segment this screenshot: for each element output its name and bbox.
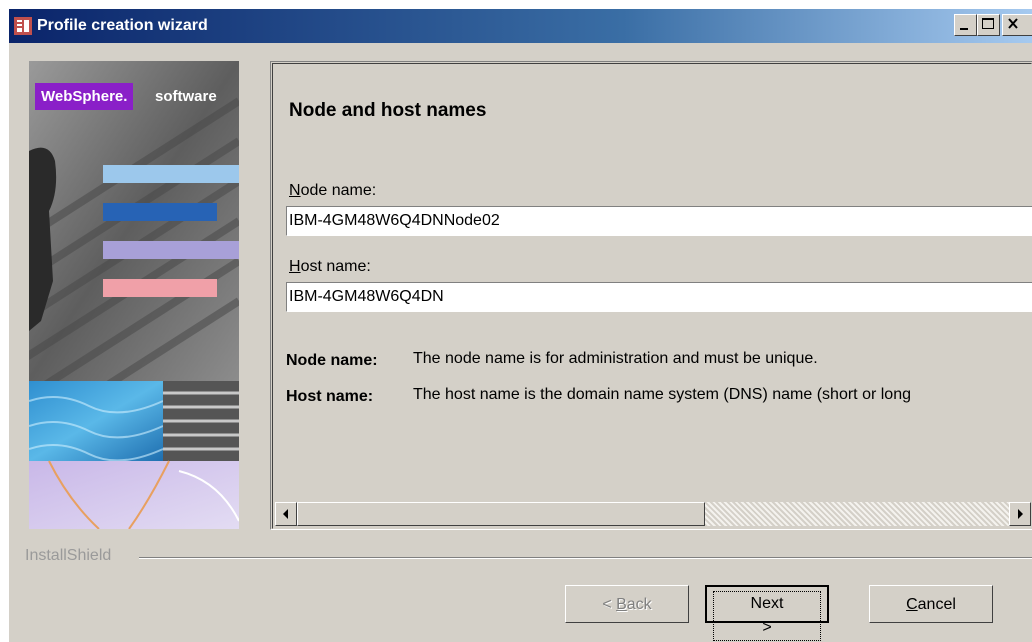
next-button[interactable]: Next >: [705, 585, 829, 641]
cancel-button[interactable]: Cancel: [869, 585, 993, 623]
title-bar[interactable]: Profile creation wizard: [9, 9, 1032, 43]
maximize-icon: [982, 18, 994, 29]
software-label: software: [155, 88, 217, 105]
wizard-window: Profile creation wizard WebSphere. softw…: [8, 8, 1032, 642]
node-name-label: Node name:: [289, 182, 377, 199]
back-button[interactable]: < Back: [565, 585, 689, 623]
minimize-button[interactable]: [954, 14, 977, 36]
host-name-label: Host name:: [289, 258, 371, 275]
maximize-button[interactable]: [977, 14, 1000, 36]
banner-artwork: [29, 61, 239, 529]
host-name-term: Host name:: [286, 388, 374, 405]
app-icon: [14, 17, 32, 35]
content-panel: Node and host names Node name: Host name…: [270, 61, 1032, 530]
node-name-description: The node name is for administration and …: [413, 350, 818, 367]
scroll-thumb[interactable]: [297, 502, 705, 526]
arrow-left-icon: [283, 509, 288, 519]
scroll-right-button[interactable]: [1009, 502, 1031, 526]
installshield-label: InstallShield: [25, 547, 118, 565]
node-name-term: Node name:: [286, 352, 378, 369]
window-title: Profile creation wizard: [37, 17, 208, 34]
minimize-icon: [960, 28, 968, 30]
websphere-banner: WebSphere. software: [29, 61, 239, 529]
horizontal-scrollbar[interactable]: [275, 502, 1031, 526]
close-button[interactable]: [1002, 14, 1032, 36]
scroll-left-button[interactable]: [275, 502, 297, 526]
page-title: Node and host names: [289, 100, 487, 121]
websphere-logo: WebSphere.: [35, 83, 134, 110]
footer-divider: [139, 557, 1032, 559]
host-name-field[interactable]: [286, 282, 1032, 312]
arrow-right-icon: [1018, 509, 1023, 519]
node-name-field[interactable]: [286, 206, 1032, 236]
host-name-description: The host name is the domain name system …: [413, 386, 911, 403]
close-icon: [1008, 18, 1018, 29]
